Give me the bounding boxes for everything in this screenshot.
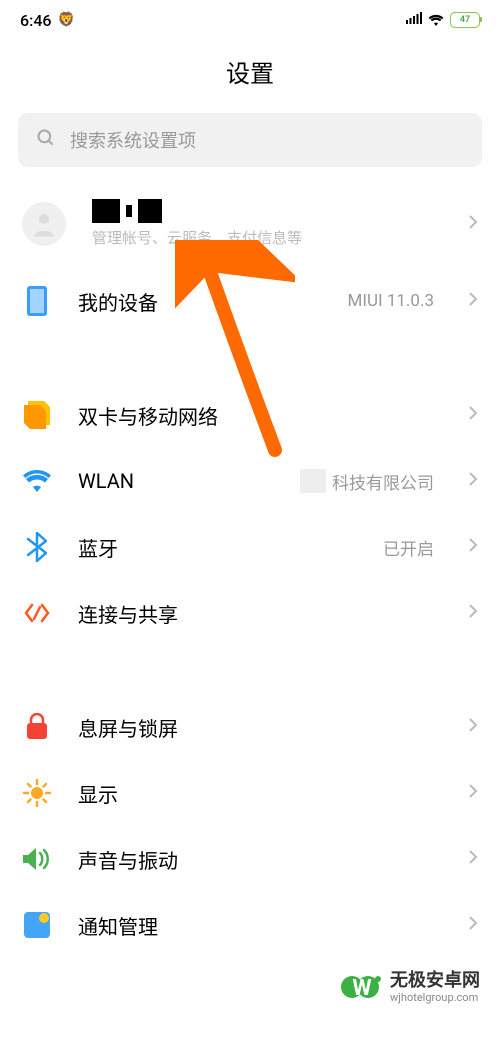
connection-title: 连接与共享 [78,599,434,628]
my-device-item[interactable]: 我的设备 MIUI 11.0.3 [0,268,500,334]
bluetooth-icon [22,532,52,562]
status-time: 6:46 [20,11,52,30]
watermark-title: 无极安卓网 [390,970,480,992]
lockscreen-item[interactable]: 息屏与锁屏 [0,694,500,760]
sim-item[interactable]: 双卡与移动网络 [0,382,500,448]
sound-icon [22,844,52,874]
search-icon [36,128,56,152]
display-title: 显示 [78,779,434,808]
display-item[interactable]: 显示 [0,760,500,826]
chevron-right-icon [468,537,478,557]
notifications-item[interactable]: 通知管理 [0,892,500,948]
battery-icon: 47 [450,12,480,28]
bluetooth-value: 已开启 [383,535,434,560]
sim-icon [22,400,52,430]
status-app-icon: 🦁 [58,12,75,28]
wlan-item[interactable]: WLAN 科技有限公司 [0,448,500,514]
chevron-right-icon [468,291,478,311]
lockscreen-title: 息屏与锁屏 [78,713,434,742]
chevron-right-icon [468,405,478,425]
wlan-title: WLAN [78,469,274,493]
lock-icon [22,712,52,742]
avatar-icon [22,202,66,246]
bluetooth-item[interactable]: 蓝牙 已开启 [0,514,500,580]
battery-level: 47 [460,15,470,25]
sound-title: 声音与振动 [78,845,434,874]
status-left: 6:46 🦁 [20,11,75,30]
signal-icon [406,12,422,28]
page-title: 设置 [0,36,500,113]
wifi-icon [22,466,52,496]
device-value: MIUI 11.0.3 [347,291,434,311]
account-name [92,199,434,223]
wifi-status-icon [428,11,444,30]
chevron-right-icon [468,915,478,935]
sim-title: 双卡与移动网络 [78,401,434,430]
search-bar[interactable]: 搜索系统设置项 [18,113,482,167]
status-right: 47 [406,11,480,30]
watermark: W 无极安卓网 wjhotelgroup.com [340,965,480,1009]
share-icon [22,598,52,628]
bluetooth-title: 蓝牙 [78,533,357,562]
device-title: 我的设备 [78,287,321,316]
watermark-url: wjhotelgroup.com [390,991,480,1004]
watermark-logo-icon: W [340,965,384,1009]
sound-item[interactable]: 声音与振动 [0,826,500,892]
account-subtitle: 管理帐号、云服务、支付信息等 [92,227,434,248]
status-bar: 6:46 🦁 47 [0,0,500,36]
chevron-right-icon [468,214,478,234]
wlan-censor [300,469,326,493]
svg-text:W: W [352,976,371,1001]
account-item[interactable]: 管理帐号、云服务、支付信息等 [0,189,500,268]
brightness-icon [22,778,52,808]
chevron-right-icon [468,471,478,491]
search-placeholder: 搜索系统设置项 [70,127,196,153]
notifications-title: 通知管理 [78,911,434,940]
chevron-right-icon [468,717,478,737]
chevron-right-icon [468,603,478,623]
device-icon [22,286,52,316]
notification-icon [22,910,52,940]
connection-item[interactable]: 连接与共享 [0,580,500,646]
wlan-value: 科技有限公司 [332,469,434,494]
chevron-right-icon [468,783,478,803]
chevron-right-icon [468,849,478,869]
